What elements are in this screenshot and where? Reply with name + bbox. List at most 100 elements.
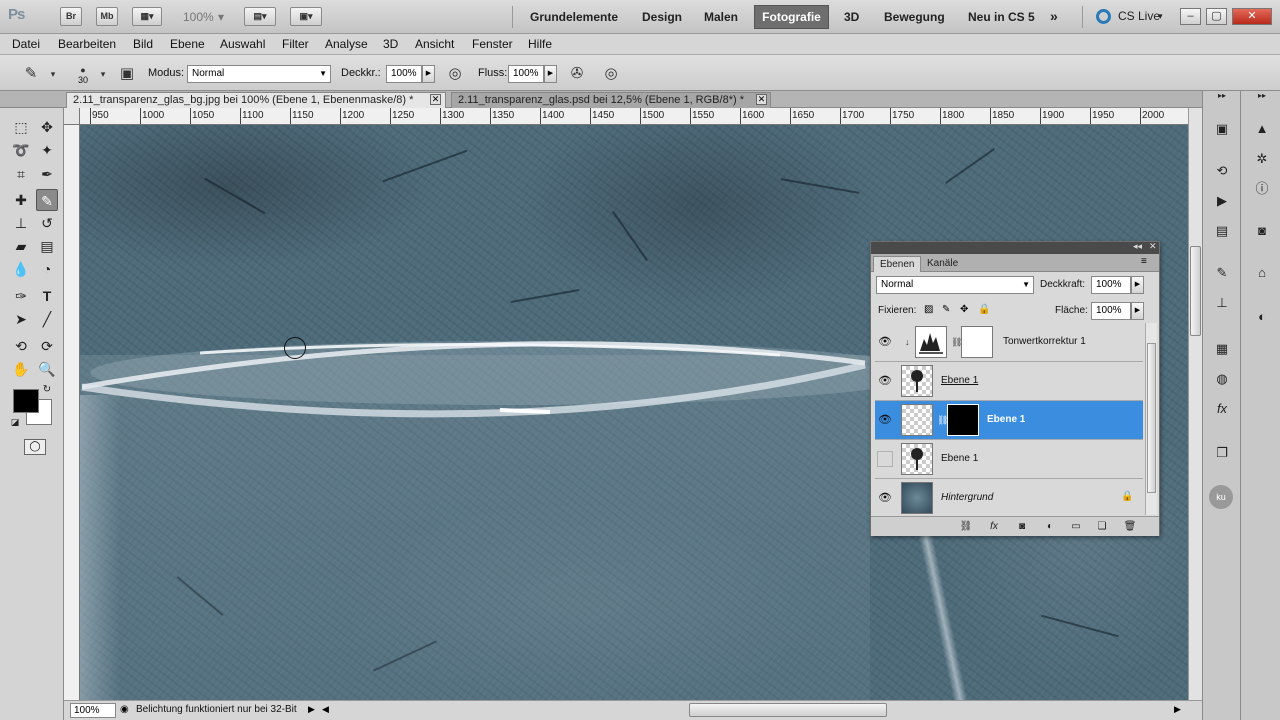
- crop-tool-icon[interactable]: ⌗: [10, 163, 32, 185]
- close-tab-2-icon[interactable]: ✕: [756, 94, 767, 105]
- airbrush-icon[interactable]: ✇: [566, 63, 588, 85]
- delete-layer-icon[interactable]: 🗑: [1121, 519, 1139, 535]
- visibility-eye-icon[interactable]: 👁: [877, 412, 893, 428]
- layers-scrollbar[interactable]: [1145, 323, 1157, 515]
- styles-panel-icon[interactable]: ◍: [1211, 369, 1233, 389]
- appbar-zoom-level[interactable]: 100%: [183, 10, 214, 24]
- vertical-scrollbar[interactable]: [1188, 108, 1202, 700]
- lasso-tool-icon[interactable]: ➰: [10, 139, 32, 161]
- layer-mask-thumbnail[interactable]: [947, 404, 979, 436]
- cs-live-dropdown-icon[interactable]: ▾: [1158, 11, 1163, 22]
- swap-colors-icon[interactable]: ↻: [40, 383, 54, 397]
- visibility-eye-icon[interactable]: 👁: [877, 373, 893, 389]
- layer-row-hintergrund[interactable]: 👁 Hintergrund 🔒: [875, 479, 1143, 518]
- marquee-tool-icon[interactable]: ⬚: [10, 116, 32, 138]
- menu-bild[interactable]: Bild: [133, 37, 153, 51]
- workspace-grundelemente[interactable]: Grundelemente: [530, 10, 618, 24]
- panel-collapse-icon[interactable]: ◂◂: [1133, 241, 1142, 252]
- maximize-button[interactable]: ▢: [1206, 8, 1227, 25]
- more-workspaces-icon[interactable]: »: [1050, 8, 1058, 24]
- zoom-dropdown-icon[interactable]: ▾: [218, 10, 224, 24]
- ruler-origin[interactable]: [64, 108, 80, 125]
- tablet-pressure-size-icon[interactable]: ◎: [600, 63, 622, 85]
- bridge-button[interactable]: Br: [60, 7, 82, 26]
- fill-slider-button[interactable]: ▶: [1131, 302, 1144, 320]
- fill-input[interactable]: 100%: [1091, 302, 1131, 320]
- gradient-tool-icon[interactable]: ▤: [36, 235, 58, 257]
- vertical-scrollbar-thumb[interactable]: [1190, 246, 1201, 336]
- history-panel-icon[interactable]: ⟲: [1211, 161, 1233, 181]
- tab-document-1[interactable]: 2.11_transparenz_glas_bg.jpg bei 100% (E…: [66, 92, 446, 108]
- zoom-tool-icon[interactable]: 🔍: [36, 358, 58, 380]
- paths-panel-icon[interactable]: ◐: [1251, 307, 1273, 327]
- add-mask-icon[interactable]: ◙: [1013, 519, 1031, 535]
- adjustments-panel-icon[interactable]: ◙: [1251, 221, 1273, 241]
- status-zoom-input[interactable]: 100%: [70, 703, 116, 718]
- layer-row-tonwertkorrektur[interactable]: 👁 ↓ ⛓ Tonwertkorrektur 1: [875, 323, 1143, 362]
- adjustment-mask-thumbnail[interactable]: [961, 326, 993, 358]
- add-layer-style-icon[interactable]: fx: [985, 519, 1003, 535]
- horizontal-ruler[interactable]: 950 1000 1050 1100 1150 1200 1250 1300 1350 1400 1…: [80, 108, 1188, 125]
- menu-auswahl[interactable]: Auswahl: [220, 37, 265, 51]
- brush-panel-toggle-icon[interactable]: ▣: [116, 63, 138, 85]
- line-tool-icon[interactable]: ╱: [36, 308, 58, 330]
- status-info-icon[interactable]: ◉: [120, 704, 129, 715]
- new-group-icon[interactable]: ▭: [1067, 519, 1085, 535]
- cs-live-menu[interactable]: CS Live: [1118, 9, 1160, 23]
- lock-pixels-icon[interactable]: ✎: [942, 304, 950, 315]
- link-layers-icon[interactable]: ⛓: [957, 519, 975, 535]
- workspace-malen[interactable]: Malen: [704, 10, 738, 24]
- brush-tool-icon[interactable]: ✎: [36, 189, 58, 211]
- navigator-panel-icon[interactable]: ✲: [1251, 149, 1273, 169]
- kuler-panel-icon[interactable]: ku: [1209, 485, 1233, 509]
- new-layer-icon[interactable]: ❏: [1093, 519, 1111, 535]
- layer-opacity-input[interactable]: 100%: [1091, 276, 1131, 294]
- scroll-left-arrow-icon[interactable]: ◀: [322, 704, 329, 715]
- lock-transparency-icon[interactable]: ▨: [924, 304, 933, 315]
- actions-panel-icon[interactable]: ▶: [1211, 191, 1233, 211]
- pen-tool-icon[interactable]: ✑: [10, 285, 32, 307]
- eyedropper-tool-icon[interactable]: ✒: [36, 163, 58, 185]
- menu-3d[interactable]: 3D: [383, 37, 398, 51]
- tablet-pressure-opacity-icon[interactable]: ◎: [444, 63, 466, 85]
- menu-analyse[interactable]: Analyse: [325, 37, 368, 51]
- status-menu-arrow-icon[interactable]: ▶: [308, 704, 315, 715]
- tab-layers[interactable]: Ebenen: [873, 256, 922, 272]
- layers-scrollbar-thumb[interactable]: [1147, 343, 1156, 493]
- new-adjustment-layer-icon[interactable]: ◐: [1041, 519, 1059, 535]
- history-brush-tool-icon[interactable]: ↺: [36, 212, 58, 234]
- layer-row-ebene-1-selected[interactable]: 👁 ⛓ Ebene 1: [875, 401, 1143, 440]
- dock-expand-icon[interactable]: ▸▸: [1251, 91, 1273, 101]
- dodge-tool-icon[interactable]: ◔: [36, 258, 58, 280]
- foreground-color-swatch-top[interactable]: [13, 389, 39, 413]
- close-tab-1-icon[interactable]: ✕: [430, 94, 441, 105]
- workspace-3d[interactable]: 3D: [844, 10, 859, 24]
- visibility-eye-icon[interactable]: 👁: [877, 490, 893, 506]
- flow-slider-button[interactable]: ▶: [544, 65, 557, 83]
- menu-hilfe[interactable]: Hilfe: [528, 37, 552, 51]
- opacity-input[interactable]: 100%: [386, 65, 422, 83]
- lock-all-icon[interactable]: 🔒: [978, 304, 990, 315]
- scroll-right-arrow-icon[interactable]: ▶: [1174, 704, 1181, 715]
- menu-datei[interactable]: Datei: [12, 37, 40, 51]
- blend-mode-select[interactable]: Normal ▼: [187, 65, 331, 83]
- brush-picker-dropdown-icon[interactable]: ▾: [92, 63, 114, 85]
- workspace-neu-in-cs5[interactable]: Neu in CS 5: [968, 10, 1035, 24]
- 3d-rotate-tool-icon[interactable]: ⟲: [10, 335, 32, 357]
- path-selection-tool-icon[interactable]: ➤: [10, 308, 32, 330]
- masks-panel-icon[interactable]: ⌂: [1251, 263, 1273, 283]
- panel-menu-icon[interactable]: ≡: [1141, 256, 1147, 267]
- horizontal-scrollbar-thumb[interactable]: [689, 703, 887, 717]
- tab-document-2[interactable]: 2.11_transparenz_glas.psd bei 12,5% (Ebe…: [451, 92, 771, 108]
- layer-blend-mode-select[interactable]: Normal ▼: [876, 276, 1034, 294]
- dock-expand-icon[interactable]: ▸▸: [1211, 91, 1233, 101]
- layer-row-ebene-1-top[interactable]: 👁 Ebene 1: [875, 362, 1143, 401]
- tool-preset-dropdown-icon[interactable]: ▾: [42, 63, 64, 85]
- eraser-tool-icon[interactable]: ▰: [10, 235, 32, 257]
- swatches-panel-icon[interactable]: ▦: [1211, 339, 1233, 359]
- visibility-eye-icon[interactable]: 👁: [877, 334, 893, 350]
- layer-comps-panel-icon[interactable]: ❐: [1211, 443, 1233, 463]
- default-colors-icon[interactable]: ◪: [8, 415, 22, 429]
- brush-presets-panel-icon[interactable]: ✎: [1211, 263, 1233, 283]
- lock-position-icon[interactable]: ✥: [960, 304, 968, 315]
